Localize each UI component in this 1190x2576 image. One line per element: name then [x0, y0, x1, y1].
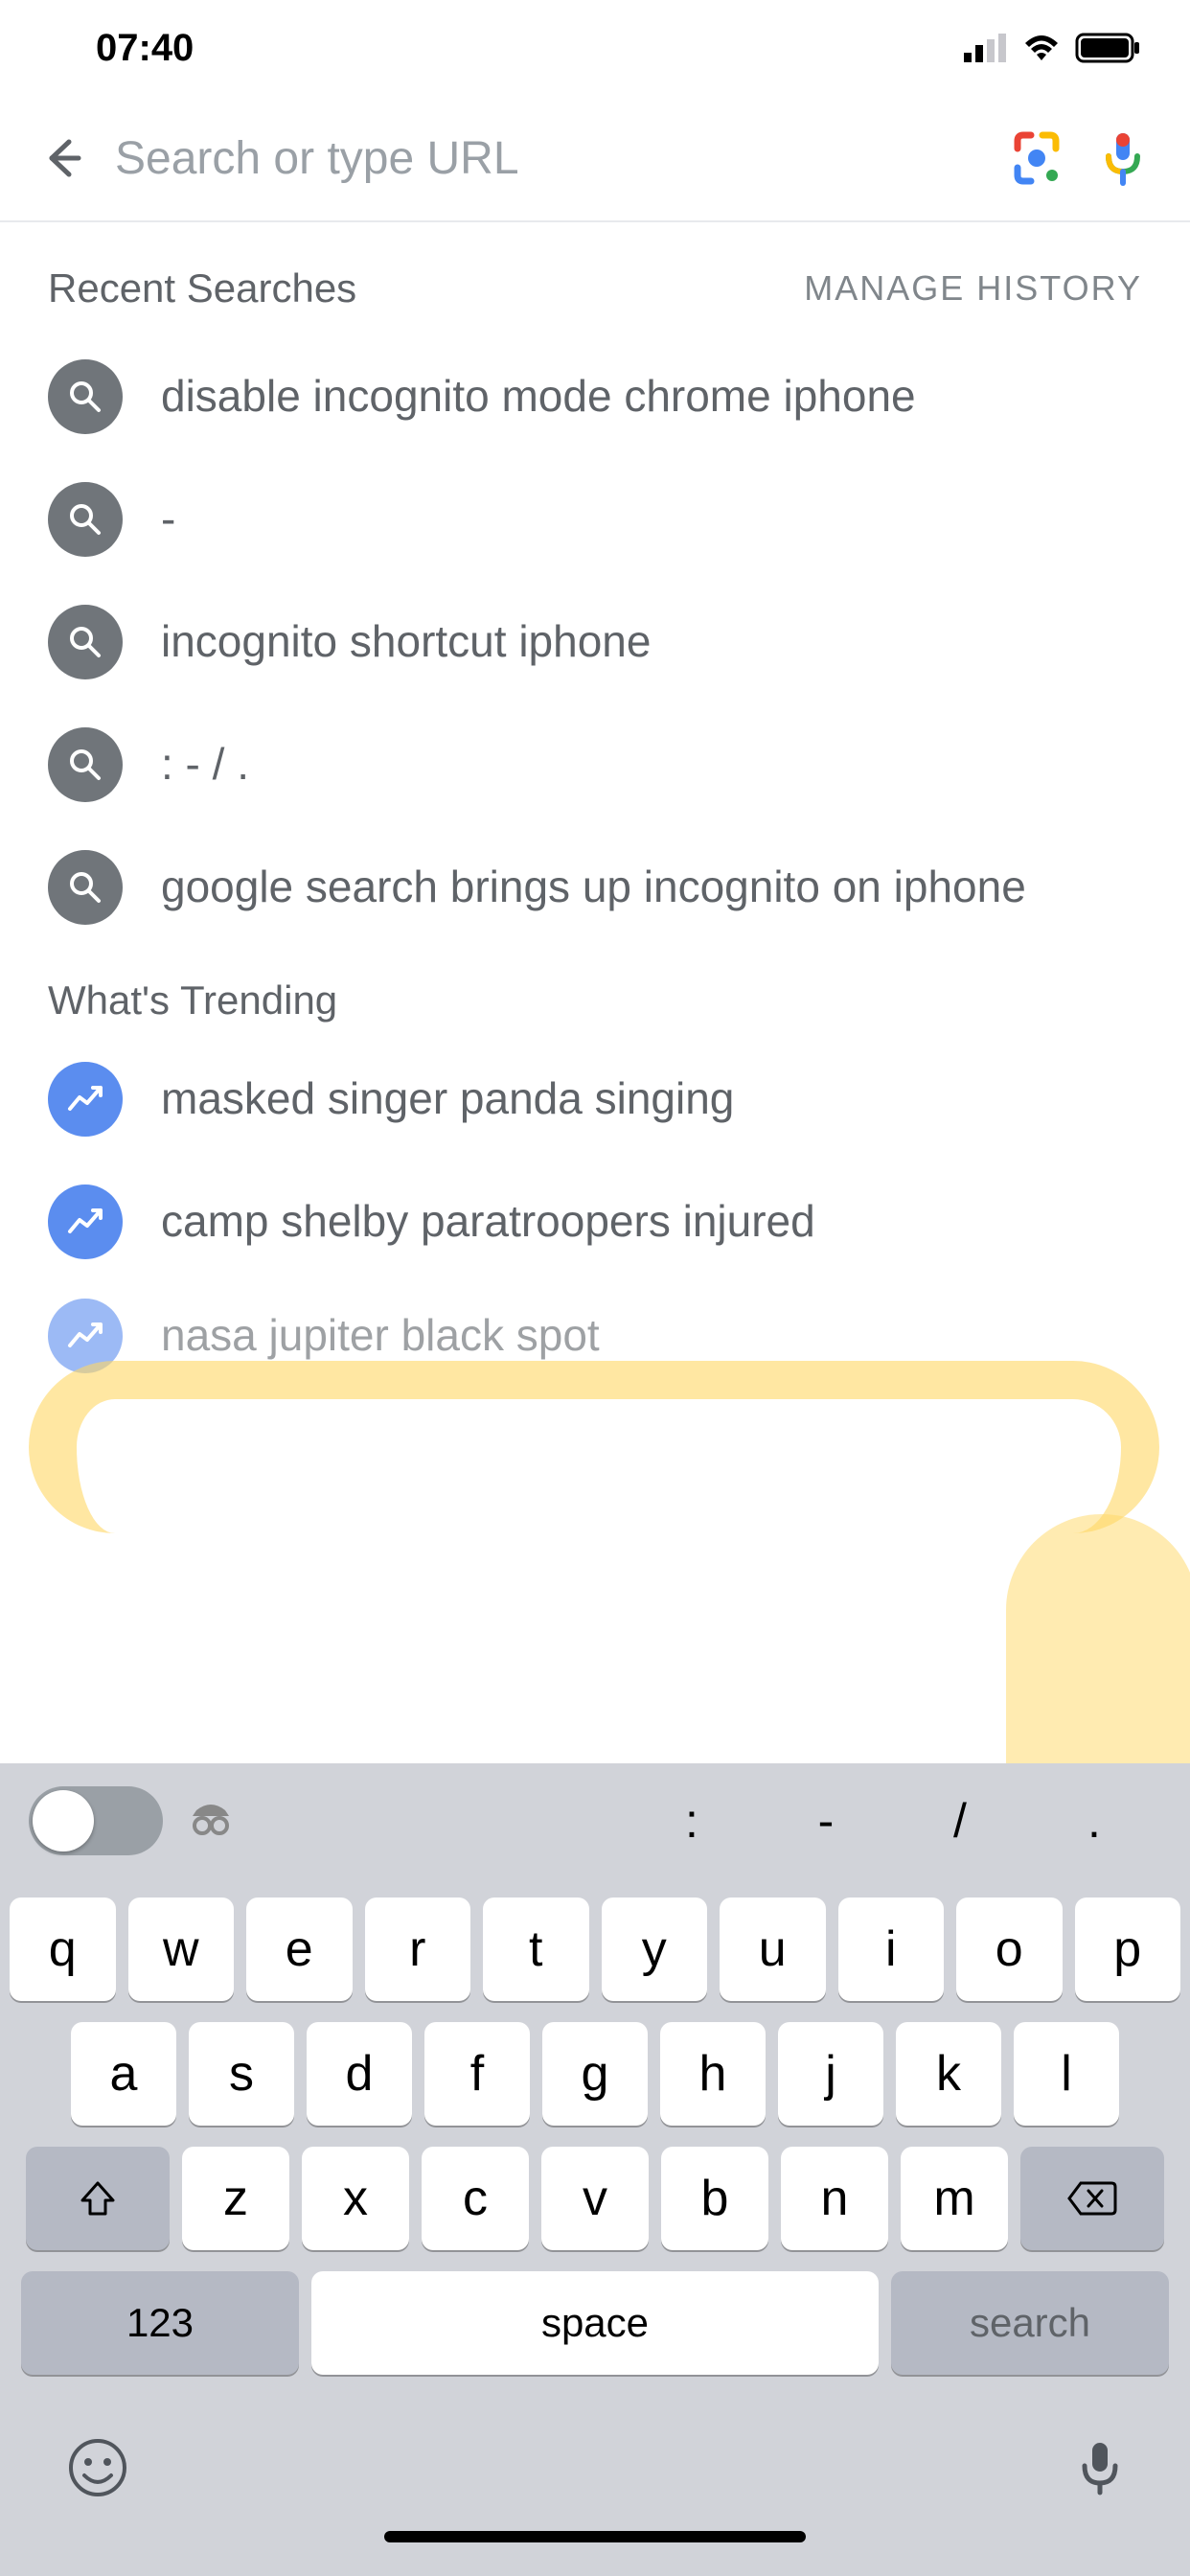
keyboard: : - / . q w e r t y u i o p a s d f g h … [0, 1763, 1190, 2576]
numeric-key[interactable]: 123 [21, 2271, 299, 2375]
status-icons [964, 32, 1142, 64]
keyboard-row-1: q w e r t y u i o p [10, 1898, 1180, 2001]
trending-icon [48, 1062, 123, 1137]
back-icon[interactable] [38, 134, 86, 182]
status-time: 07:40 [96, 27, 194, 70]
key-b[interactable]: b [661, 2147, 768, 2250]
battery-icon [1075, 32, 1142, 64]
key-u[interactable]: u [720, 1898, 826, 2001]
keyboard-row-3: z x c v b n m [10, 2147, 1180, 2250]
key-k[interactable]: k [896, 2022, 1001, 2126]
key-s[interactable]: s [189, 2022, 294, 2126]
key-x[interactable]: x [302, 2147, 409, 2250]
key-z[interactable]: z [182, 2147, 289, 2250]
incognito-icon [187, 1795, 235, 1848]
keyboard-rows: q w e r t y u i o p a s d f g h j k l z [0, 1878, 1190, 2408]
symbol-key[interactable]: : [673, 1793, 711, 1849]
recent-item[interactable]: : - / . [48, 703, 1142, 826]
trending-item-label: camp shelby paratroopers injured [161, 1193, 815, 1251]
key-d[interactable]: d [307, 2022, 412, 2126]
trending-icon [48, 1299, 123, 1373]
keyboard-toolbar: : - / . [0, 1763, 1190, 1878]
keyboard-row-4: 123 space search [10, 2271, 1180, 2375]
recent-item[interactable]: disable incognito mode chrome iphone [48, 335, 1142, 458]
key-l[interactable]: l [1014, 2022, 1119, 2126]
key-c[interactable]: c [422, 2147, 529, 2250]
search-icon [48, 605, 123, 679]
symbol-key[interactable]: / [941, 1793, 979, 1849]
search-icon [48, 727, 123, 802]
recent-item[interactable]: - [48, 458, 1142, 581]
trending-item-label: masked singer panda singing [161, 1070, 734, 1128]
trending-item-label: nasa jupiter black spot [161, 1307, 600, 1365]
search-icon [48, 482, 123, 557]
key-j[interactable]: j [778, 2022, 883, 2126]
recent-item-label: incognito shortcut iphone [161, 613, 651, 671]
search-key[interactable]: search [891, 2271, 1169, 2375]
manage-history-link[interactable]: MANAGE HISTORY [804, 268, 1142, 309]
trending-item[interactable]: camp shelby paratroopers injured [48, 1161, 1142, 1283]
keyboard-footer [0, 2408, 1190, 2531]
keyboard-mic-icon[interactable] [1077, 2437, 1123, 2512]
keyboard-row-2: a s d f g h j k l [10, 2022, 1180, 2126]
key-o[interactable]: o [956, 1898, 1063, 2001]
status-bar: 07:40 [0, 0, 1190, 96]
recent-item-label: disable incognito mode chrome iphone [161, 368, 916, 426]
key-f[interactable]: f [424, 2022, 530, 2126]
home-indicator[interactable] [384, 2531, 806, 2542]
recent-title: Recent Searches [48, 265, 356, 311]
key-y[interactable]: y [602, 1898, 708, 2001]
key-q[interactable]: q [10, 1898, 116, 2001]
recent-item-label: google search brings up incognito on iph… [161, 859, 1026, 916]
search-icon [48, 850, 123, 925]
key-a[interactable]: a [71, 2022, 176, 2126]
search-icon [48, 359, 123, 434]
wifi-icon [1019, 32, 1064, 64]
google-lens-icon[interactable] [1008, 129, 1065, 187]
symbol-key[interactable]: - [807, 1793, 845, 1849]
key-r[interactable]: r [365, 1898, 471, 2001]
shift-key[interactable] [26, 2147, 170, 2250]
key-t[interactable]: t [483, 1898, 589, 2001]
key-m[interactable]: m [901, 2147, 1008, 2250]
trending-icon [48, 1184, 123, 1259]
recent-item[interactable]: google search brings up incognito on iph… [48, 826, 1142, 949]
key-n[interactable]: n [781, 2147, 888, 2250]
incognito-toggle[interactable] [29, 1786, 163, 1855]
recent-header: Recent Searches MANAGE HISTORY [48, 242, 1142, 335]
key-i[interactable]: i [838, 1898, 945, 2001]
key-p[interactable]: p [1075, 1898, 1181, 2001]
microphone-icon[interactable] [1094, 129, 1152, 187]
content-area: Recent Searches MANAGE HISTORY disable i… [0, 222, 1190, 1389]
cellular-icon [964, 34, 1008, 62]
space-key[interactable]: space [311, 2271, 879, 2375]
recent-item[interactable]: incognito shortcut iphone [48, 581, 1142, 703]
key-v[interactable]: v [541, 2147, 649, 2250]
toggle-knob [33, 1790, 94, 1852]
keyboard-toolbar-symbols: : - / . [673, 1793, 1161, 1849]
backspace-key[interactable] [1020, 2147, 1164, 2250]
recent-item-label: : - / . [161, 736, 249, 794]
key-e[interactable]: e [246, 1898, 353, 2001]
trending-item[interactable]: nasa jupiter black spot [48, 1283, 1142, 1389]
key-h[interactable]: h [660, 2022, 766, 2126]
emoji-icon[interactable] [67, 2437, 128, 2512]
recent-item-label: - [161, 491, 175, 548]
trending-item[interactable]: masked singer panda singing [48, 1038, 1142, 1161]
key-w[interactable]: w [128, 1898, 235, 2001]
key-g[interactable]: g [542, 2022, 648, 2126]
trending-title: What's Trending [48, 949, 1142, 1038]
symbol-key[interactable]: . [1075, 1793, 1113, 1849]
search-input[interactable] [115, 132, 979, 185]
search-header [0, 96, 1190, 220]
